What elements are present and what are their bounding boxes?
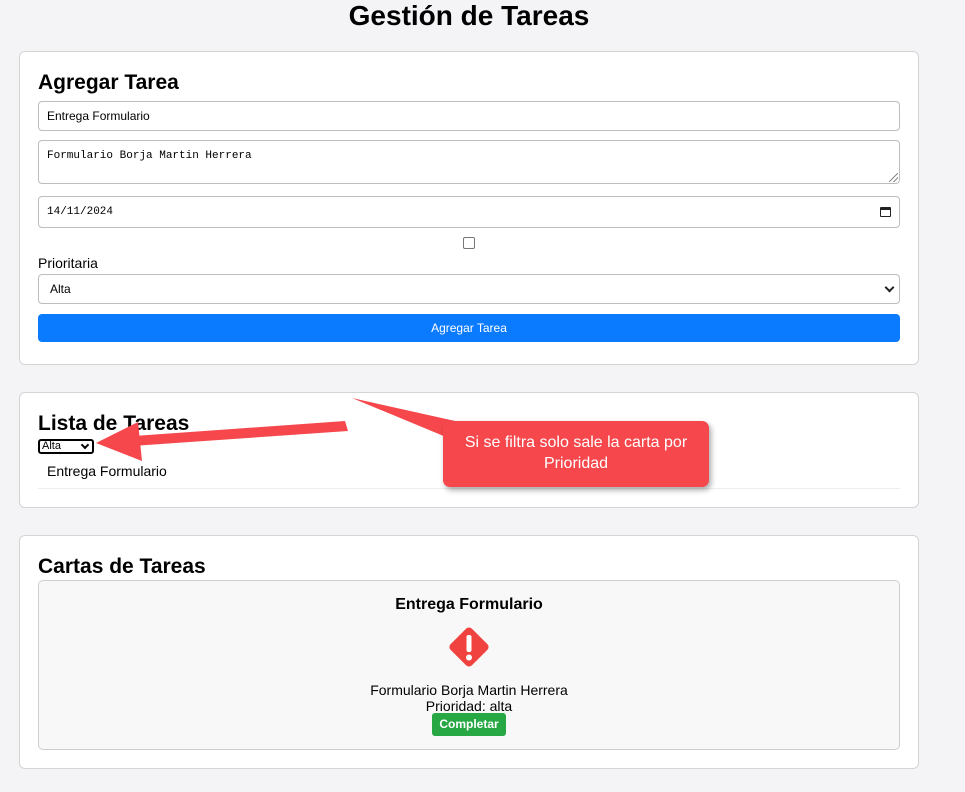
- add-task-button[interactable]: Agregar Tarea: [38, 314, 900, 342]
- priority-label: Prioritaria: [38, 255, 98, 271]
- chevron-down-icon: [884, 282, 895, 293]
- task-cards-heading: Cartas de Tareas: [38, 555, 206, 578]
- priority-select[interactable]: Alta: [38, 274, 900, 304]
- task-card-title: Entrega Formulario: [395, 596, 543, 613]
- annotation-callout: Si se filtra solo sale la carta por Prio…: [443, 421, 709, 487]
- priority-filter-select[interactable]: Alta: [38, 439, 94, 454]
- task-card-priority: Prioridad: alta: [425, 698, 513, 714]
- priority-filter-value: Alta: [42, 440, 61, 452]
- task-date-input[interactable]: 14/11/2024: [38, 196, 900, 228]
- complete-button[interactable]: Completar: [432, 713, 506, 736]
- task-card-description: Formulario Borja Martin Herrera: [370, 682, 568, 698]
- resize-handle-icon[interactable]: [889, 173, 898, 182]
- page-title: Gestión de Tareas: [348, 0, 590, 31]
- task-title-value: Entrega Formulario: [47, 109, 150, 123]
- add-task-heading: Agregar Tarea: [38, 71, 179, 94]
- calendar-icon[interactable]: [880, 207, 891, 217]
- add-task-panel: Agregar Tarea Entrega Formulario Formula…: [19, 51, 919, 365]
- task-list-heading: Lista de Tareas: [38, 412, 190, 435]
- task-description-value: Formulario Borja Martin Herrera: [47, 150, 252, 162]
- task-title-input[interactable]: Entrega Formulario: [38, 101, 900, 131]
- task-date-value: 14/11/2024: [47, 206, 114, 218]
- task-description-textarea[interactable]: Formulario Borja Martin Herrera: [38, 140, 900, 184]
- task-cards-panel: Cartas de Tareas Entrega Formulario Form…: [19, 535, 919, 769]
- warning-diamond-icon: [449, 627, 489, 667]
- list-item-label: Entrega Formulario: [47, 463, 167, 479]
- annotation-text: Si se filtra solo sale la carta por Prio…: [464, 434, 688, 472]
- priority-checkbox[interactable]: [463, 237, 475, 249]
- chevron-down-icon: [80, 440, 90, 450]
- priority-select-value: Alta: [50, 282, 71, 296]
- task-card: Entrega Formulario Formulario Borja Mart…: [38, 580, 900, 750]
